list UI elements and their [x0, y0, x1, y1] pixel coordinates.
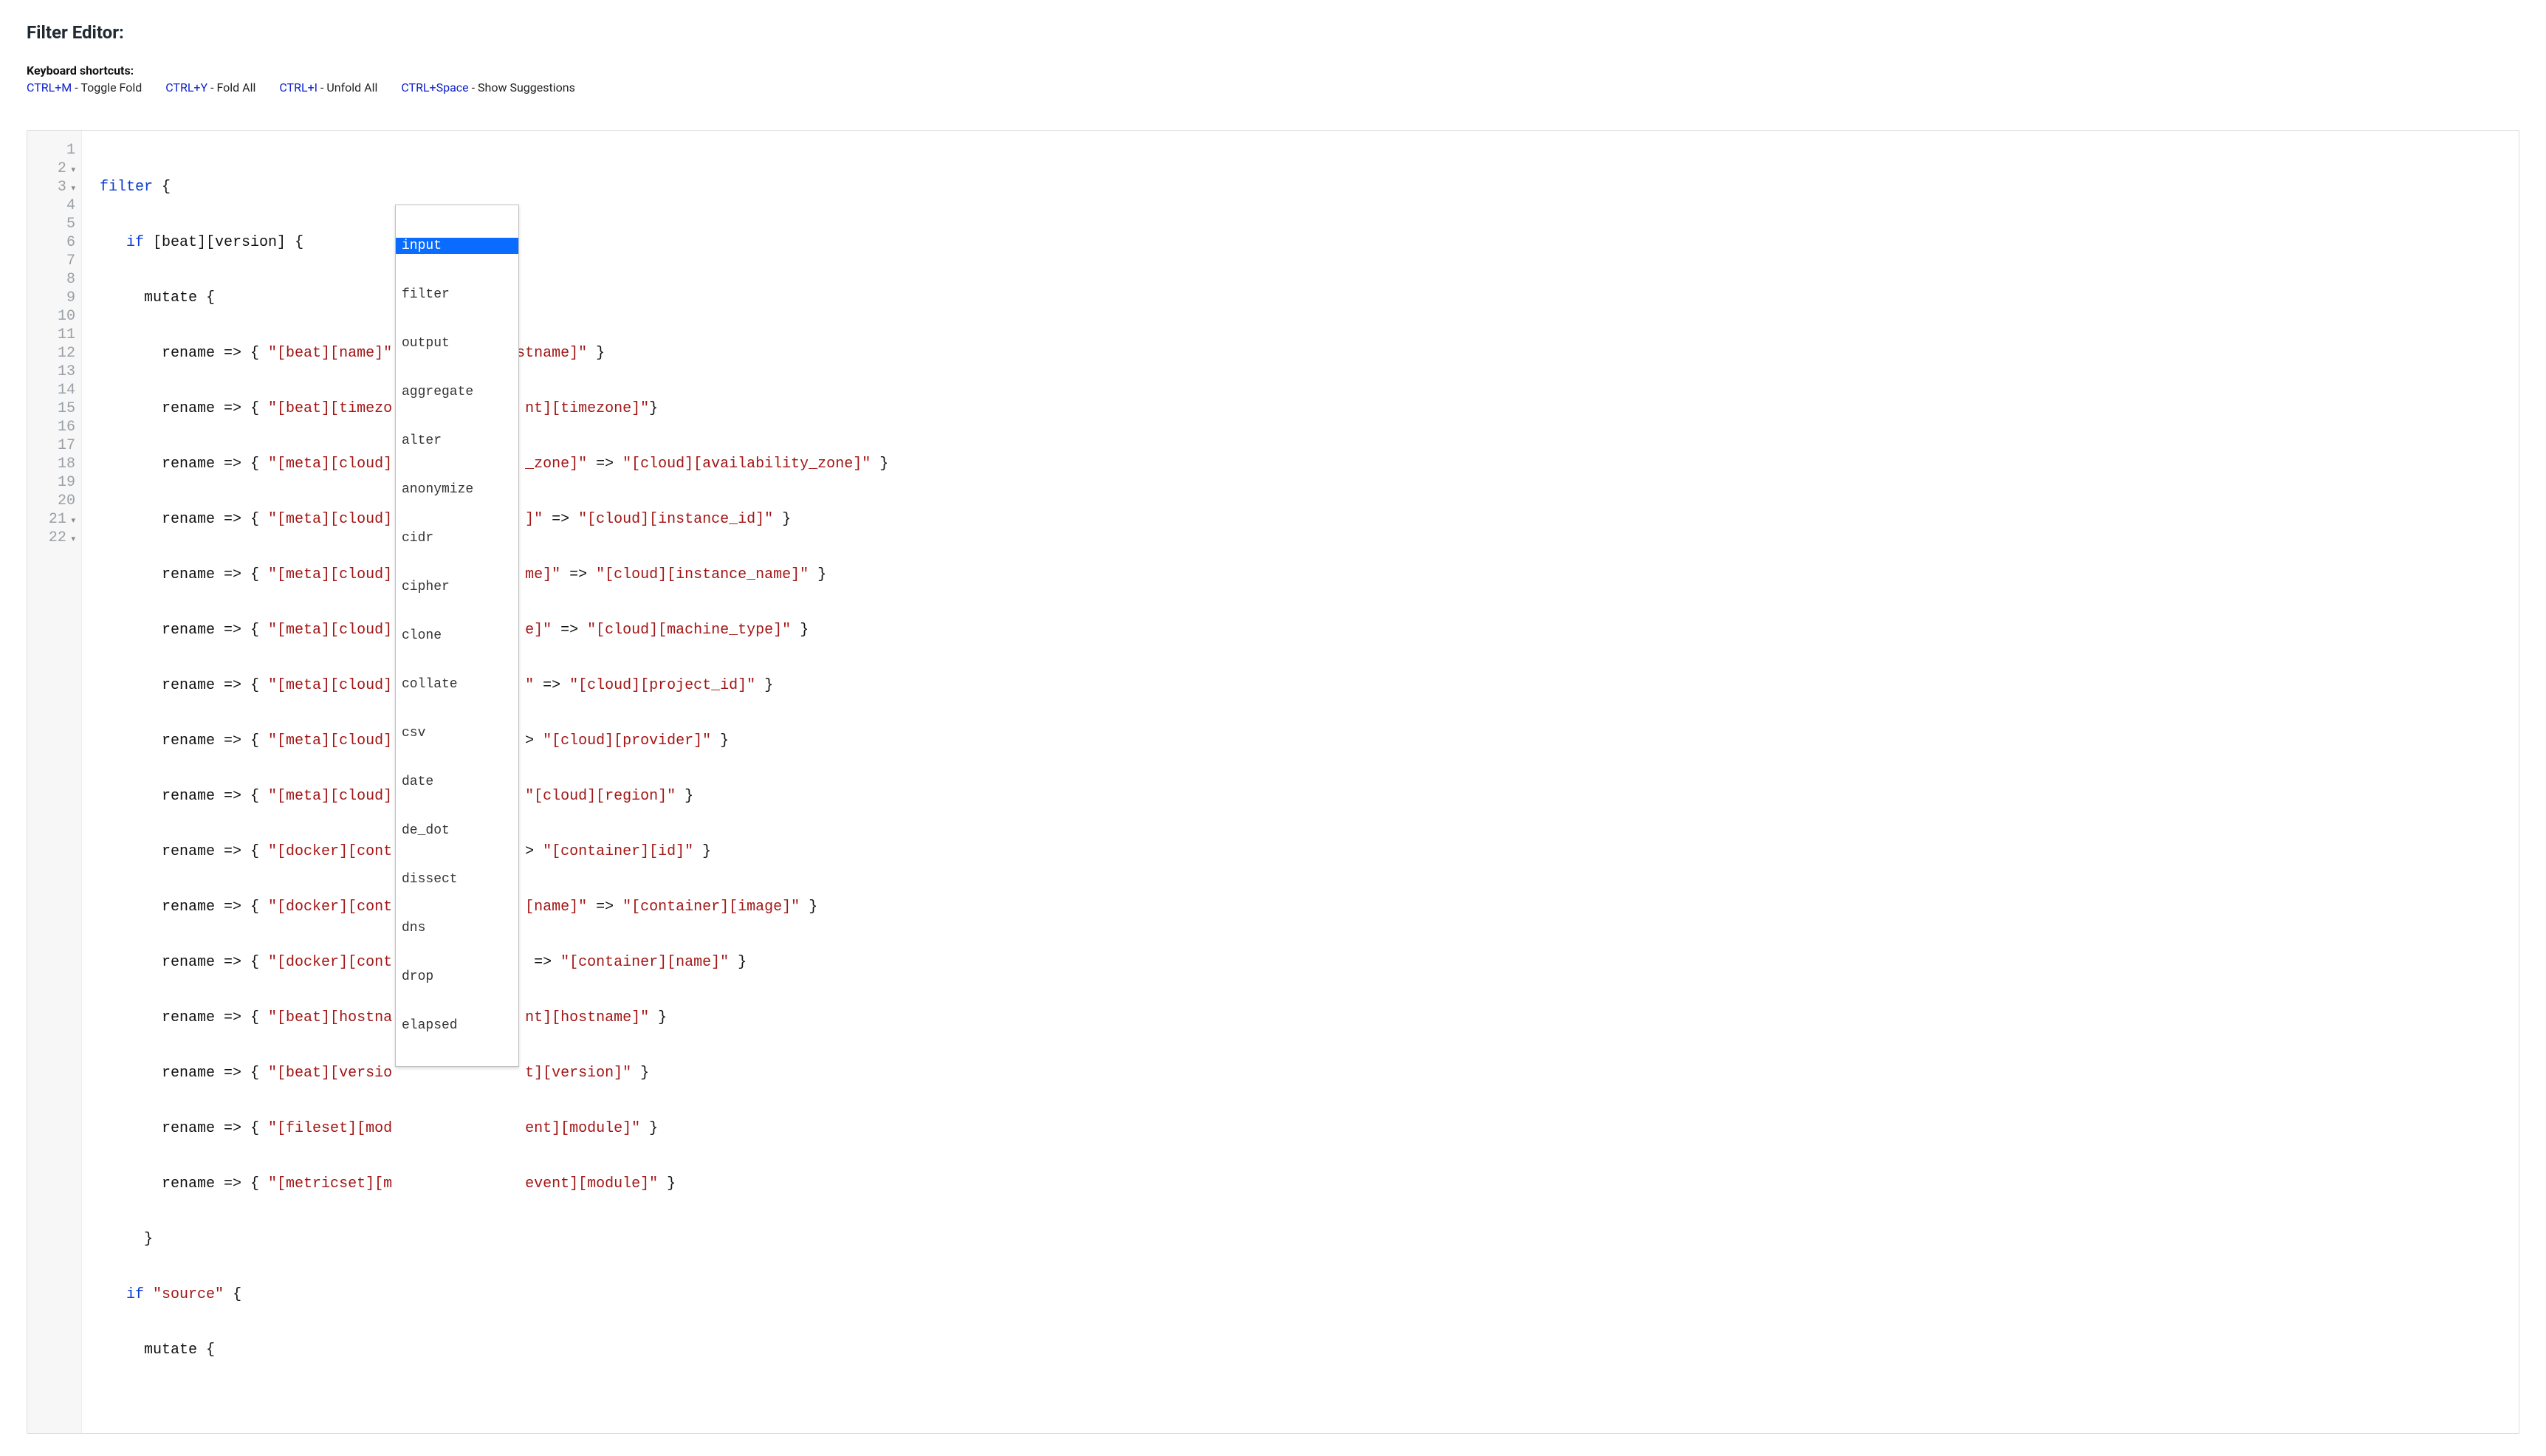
autocomplete-item[interactable]: anonymize: [396, 481, 518, 498]
autocomplete-item[interactable]: output: [396, 335, 518, 351]
code-line[interactable]: if "source" {: [100, 1285, 2519, 1304]
line-number[interactable]: 21: [27, 510, 75, 529]
line-number: 5: [27, 215, 75, 233]
line-number: 8: [27, 270, 75, 289]
line-number: 19: [27, 473, 75, 492]
line-number: 18: [27, 455, 75, 473]
autocomplete-item[interactable]: drop: [396, 969, 518, 985]
shortcut-fold-all: CTRL+Y - Fold All: [165, 80, 255, 95]
autocomplete-item[interactable]: cidr: [396, 530, 518, 546]
line-number: 10: [27, 307, 75, 326]
code-line[interactable]: rename => { "[fileset][modXXXXXXXXXXXXXX…: [100, 1119, 2519, 1138]
autocomplete-item[interactable]: aggregate: [396, 384, 518, 400]
line-number[interactable]: 22: [27, 529, 75, 547]
autocomplete-item[interactable]: clone: [396, 628, 518, 644]
code-line[interactable]: mutate {: [100, 1341, 2519, 1359]
line-number: 20: [27, 492, 75, 510]
autocomplete-item[interactable]: cipher: [396, 579, 518, 595]
shortcuts-line: CTRL+M - Toggle Fold CTRL+Y - Fold All C…: [27, 80, 2519, 95]
code-line[interactable]: }: [100, 1230, 2519, 1249]
line-number: 9: [27, 289, 75, 307]
shortcut-unfold-all: CTRL+I - Unfold All: [279, 80, 377, 95]
shortcuts-heading: Keyboard shortcuts:: [27, 63, 2519, 78]
autocomplete-item[interactable]: date: [396, 774, 518, 790]
line-number: 6: [27, 233, 75, 252]
autocomplete-item[interactable]: collate: [396, 676, 518, 693]
code-line[interactable]: filter {: [100, 178, 2519, 196]
page-title: Filter Editor:: [27, 22, 2519, 43]
code-editor[interactable]: 1 2 3 4 5 6 7 8 9 10 11 12 13 14 15 16 1…: [27, 130, 2519, 1434]
autocomplete-item[interactable]: dissect: [396, 871, 518, 887]
autocomplete-item[interactable]: alter: [396, 433, 518, 449]
autocomplete-item[interactable]: csv: [396, 725, 518, 741]
line-number: 4: [27, 196, 75, 215]
line-number[interactable]: 3: [27, 178, 75, 196]
autocomplete-item[interactable]: de_dot: [396, 823, 518, 839]
autocomplete-item[interactable]: input: [396, 238, 518, 254]
line-number: 13: [27, 363, 75, 381]
line-number: 16: [27, 418, 75, 436]
line-number: 12: [27, 344, 75, 363]
autocomplete-item[interactable]: dns: [396, 920, 518, 936]
autocomplete-item[interactable]: elapsed: [396, 1017, 518, 1034]
code-line[interactable]: rename => { "[metricset][mXXXXXXXXXXXXXX…: [100, 1175, 2519, 1193]
code-area[interactable]: filter { if [beat][version] { mutate { r…: [82, 131, 2519, 1433]
shortcut-show-suggestions: CTRL+Space - Show Suggestions: [401, 80, 575, 95]
autocomplete-item[interactable]: filter: [396, 286, 518, 303]
line-number: 15: [27, 399, 75, 418]
line-number: 14: [27, 381, 75, 399]
line-number: 11: [27, 326, 75, 344]
line-number[interactable]: 2: [27, 159, 75, 178]
line-number: 17: [27, 436, 75, 455]
line-number-gutter: 1 2 3 4 5 6 7 8 9 10 11 12 13 14 15 16 1…: [27, 131, 82, 1433]
shortcut-toggle-fold: CTRL+M - Toggle Fold: [27, 80, 142, 95]
autocomplete-popup[interactable]: input filter output aggregate alter anon…: [395, 205, 519, 1067]
line-number: 1: [27, 141, 75, 159]
line-number: 7: [27, 252, 75, 270]
